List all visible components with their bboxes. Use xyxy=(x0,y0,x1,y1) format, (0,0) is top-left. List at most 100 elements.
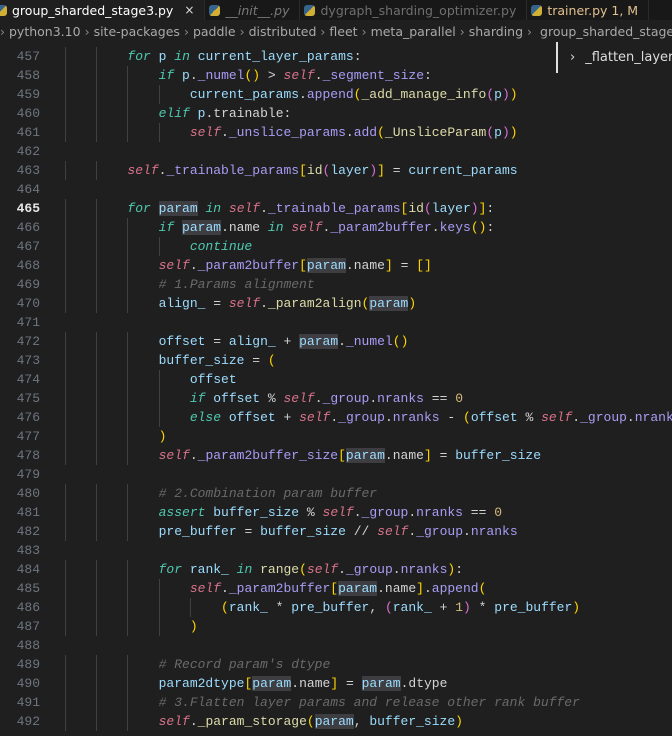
code-token: [ xyxy=(299,163,307,178)
tab-init[interactable]: __init__.py xyxy=(205,0,301,20)
code-line[interactable]: 476 else offset + self._group.nranks - (… xyxy=(0,408,672,427)
code-token: current_params xyxy=(408,163,518,178)
breadcrumb-item[interactable]: distributed xyxy=(249,24,317,39)
breadcrumb-item[interactable]: meta_parallel xyxy=(371,24,456,39)
code-token: 0 xyxy=(455,391,464,406)
code-line[interactable]: 468 self._param2buffer[param.name] = [] xyxy=(0,256,672,275)
tab-dygraph-sharding-optimizer[interactable]: dygraph_sharding_optimizer.py xyxy=(300,0,528,20)
code-token: offset xyxy=(470,410,518,425)
code-token: dtype xyxy=(408,676,448,691)
code-text: assert buffer_size % self._group.nranks … xyxy=(65,503,502,522)
code-line[interactable]: 473 buffer_size = ( xyxy=(0,351,672,370)
code-line[interactable]: 475 if offset % self._group.nranks == 0 xyxy=(0,389,672,408)
code-token: self xyxy=(228,296,261,311)
code-text: continue xyxy=(65,237,252,256)
code-line[interactable]: 479 xyxy=(0,465,672,484)
code-line[interactable]: 478 self._param2buffer_size[param.name] … xyxy=(0,446,672,465)
code-line[interactable]: 471 xyxy=(0,313,672,332)
code-token: layer xyxy=(431,201,471,216)
breadcrumb-item[interactable]: python3.10 xyxy=(9,24,81,39)
code-line[interactable]: 484 for rank_ in range(self._group.nrank… xyxy=(0,560,672,579)
code-token: self xyxy=(322,505,354,520)
code-line[interactable]: 477 ) xyxy=(0,427,672,446)
code-token: _param2buffer_size xyxy=(197,448,339,463)
code-line[interactable]: 492 self._param_storage(param, buffer_si… xyxy=(0,712,672,731)
code-line[interactable]: 480 # 2.Combination param buffer xyxy=(0,484,672,503)
chevron-right-icon[interactable]: › xyxy=(570,50,575,65)
line-number: 480 xyxy=(16,486,40,501)
sticky-symbol-label: _flatten_layer_ xyxy=(585,50,672,65)
code-text: else offset + self._group.nranks - (offs… xyxy=(65,408,672,427)
code-token: param xyxy=(369,296,409,311)
code-text: self._param_storage(param, buffer_size) xyxy=(65,712,463,731)
code-line[interactable]: 485 self._param2buffer[param.name].appen… xyxy=(0,579,672,598)
code-token: ( xyxy=(478,581,487,596)
breadcrumb-item[interactable]: group_sharded_stage3.py xyxy=(540,24,672,39)
code-line[interactable]: 486 (rank_ * pre_buffer, (rank_ + 1) * p… xyxy=(0,598,672,617)
chevron-right-icon: › xyxy=(527,23,533,39)
tab-trainer[interactable]: trainer.py 1, M xyxy=(527,0,650,20)
code-line[interactable]: 465 for param in self._trainable_params[… xyxy=(0,199,672,218)
code-token: self xyxy=(541,410,573,425)
code-token: name xyxy=(392,448,424,463)
code-token: . xyxy=(189,714,198,729)
code-line[interactable]: 482 pre_buffer = buffer_size // self._gr… xyxy=(0,522,672,541)
line-number: 461 xyxy=(16,125,40,140)
code-token: align_ xyxy=(228,334,276,349)
code-line[interactable]: 481 assert buffer_size % self._group.nra… xyxy=(0,503,672,522)
code-line[interactable]: 464 xyxy=(0,180,672,199)
code-token: id xyxy=(306,163,323,178)
code-editor[interactable]: 457 for p in current_layer_params: 458 if… xyxy=(0,42,672,736)
code-line[interactable]: 474 offset xyxy=(0,370,672,389)
code-line[interactable]: 461 self._unslice_params.add(_UnslicePar… xyxy=(0,123,672,142)
code-token: ] xyxy=(377,163,385,178)
outline-sticky-widget[interactable]: › _flatten_layer_ xyxy=(556,42,672,73)
code-line[interactable]: 488 xyxy=(0,636,672,655)
code-line[interactable]: 487 ) xyxy=(0,617,672,636)
code-token: _add_manage_info xyxy=(361,87,487,102)
code-line[interactable]: 467 continue xyxy=(0,237,672,256)
code-token: keys xyxy=(439,220,471,235)
code-token: _param2buffer xyxy=(228,581,331,596)
code-line[interactable]: 459 current_params.append (_add_manage_in… xyxy=(0,85,672,104)
code-token: # 3.Flatten layer params and release oth… xyxy=(158,695,580,710)
code-line[interactable]: 489 # Record param's dtype xyxy=(0,655,672,674)
close-icon[interactable]: × xyxy=(184,3,194,17)
code-token: . xyxy=(189,68,198,83)
code-token: assert xyxy=(158,505,206,520)
breadcrumb-item[interactable]: sharding xyxy=(469,24,523,39)
code-token: buffer_size xyxy=(369,714,456,729)
code-token: self xyxy=(127,163,159,178)
breadcrumb-item[interactable]: fleet xyxy=(329,24,357,39)
code-line[interactable]: 490 param2dtype[param.name] = param.dtyp… xyxy=(0,674,672,693)
code-token: ( xyxy=(299,562,307,577)
code-line[interactable]: 472 offset = align_ + param._numel() xyxy=(0,332,672,351)
code-line[interactable]: 460 elif p.trainable: xyxy=(0,104,672,123)
code-token: _group xyxy=(338,410,385,425)
code-line[interactable]: 470 align_ = self._param2align(param) xyxy=(0,294,672,313)
line-number: 492 xyxy=(16,714,40,729)
code-line[interactable]: 463 self._trainable_params[id(layer)] = … xyxy=(0,161,672,180)
code-line[interactable]: 466 if param.name in self._param2buffer.… xyxy=(0,218,672,237)
code-token: . xyxy=(221,220,229,235)
tab-group-sharded-stage3[interactable]: group_sharded_stage3.py × xyxy=(0,0,206,20)
code-line[interactable]: 462 xyxy=(0,142,672,161)
code-token: name xyxy=(228,220,261,235)
code-token: self xyxy=(158,714,190,729)
code-token: [ xyxy=(338,448,346,463)
line-number: 458 xyxy=(16,68,40,83)
code-token: nranks xyxy=(400,562,448,577)
code-line[interactable]: 483 xyxy=(0,541,672,560)
breadcrumb-item[interactable]: site-packages xyxy=(94,24,180,39)
code-token: layer xyxy=(330,163,370,178)
code-token: [ xyxy=(416,258,424,273)
code-token: p xyxy=(494,87,502,102)
breadcrumb-item[interactable]: paddle xyxy=(193,24,236,39)
code-line[interactable]: 469 # 1.Params alignment xyxy=(0,275,672,294)
code-line[interactable]: 491 # 3.Flatten layer params and release… xyxy=(0,693,672,712)
